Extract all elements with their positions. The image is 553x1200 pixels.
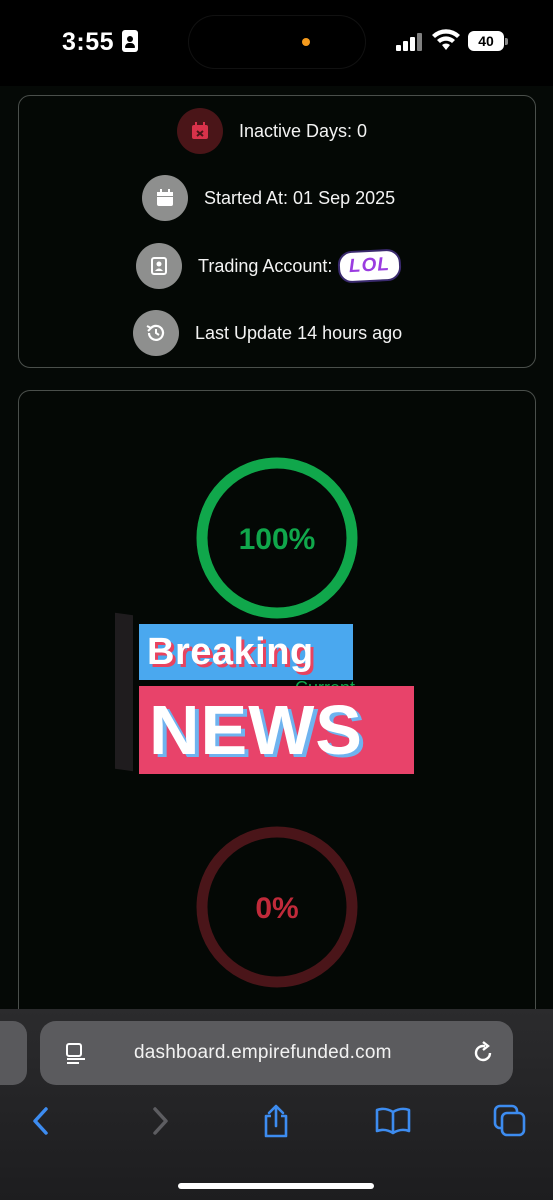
previous-tab-preview[interactable] [0,1021,27,1085]
contact-card-icon [136,243,182,289]
last-update-row: Last Update 14 hours ago [19,309,535,357]
bookmarks-button[interactable] [373,1101,413,1141]
wifi-icon [432,29,460,50]
breaking-news-sticker: Breaking NEWS [115,612,420,774]
reader-icon[interactable] [64,1041,88,1065]
top-ring-label: 100% [239,523,316,556]
started-at-row: Started At: 01 Sep 2025 [19,174,535,222]
forward-button[interactable] [140,1101,180,1141]
news-text: NEWS [139,686,414,774]
calendar-icon [142,175,188,221]
inactive-days-row: Inactive Days: 0 [19,107,535,155]
status-bar: 3:55 40 [0,0,553,86]
safari-toolbar: dashboard.empirefunded.com [0,1009,553,1200]
started-at-text: Started At: 01 Sep 2025 [204,187,396,208]
calendar-x-icon [177,108,223,154]
contact-badge-icon [122,30,138,52]
battery-icon: 40 [468,31,508,51]
privacy-indicator-dot [302,38,310,46]
screen: 3:55 40 Inactive Days: 0 Started At: 01 … [0,0,553,1200]
account-info-card: Inactive Days: 0 Started At: 01 Sep 2025 [18,95,536,368]
url-text[interactable]: dashboard.empirefunded.com [134,1042,392,1064]
trading-account-row: Trading Account: LOL [19,242,535,290]
share-button[interactable] [256,1101,296,1141]
lol-sticker: LOL [337,248,403,284]
back-button[interactable] [21,1101,61,1141]
tabs-button[interactable] [490,1101,530,1141]
home-indicator[interactable] [178,1183,374,1189]
status-time: 3:55 [62,28,115,56]
trading-account-text: Trading Account: [198,255,333,276]
address-bar[interactable]: dashboard.empirefunded.com [40,1021,513,1085]
sticker-shadow [115,612,133,772]
breaking-text: Breaking [139,624,353,680]
last-update-text: Last Update 14 hours ago [195,322,403,343]
reload-icon[interactable] [470,1040,496,1066]
dynamic-island [189,16,365,68]
inactive-days-text: Inactive Days: 0 [239,120,368,141]
tabs-icon [493,1104,526,1137]
history-icon [133,310,179,356]
share-icon [264,1104,288,1138]
book-icon [375,1107,411,1135]
signal-icon [396,33,424,51]
chevron-right-icon [153,1107,168,1135]
chevron-left-icon [33,1107,48,1135]
bottom-ring-label: 0% [255,892,298,925]
